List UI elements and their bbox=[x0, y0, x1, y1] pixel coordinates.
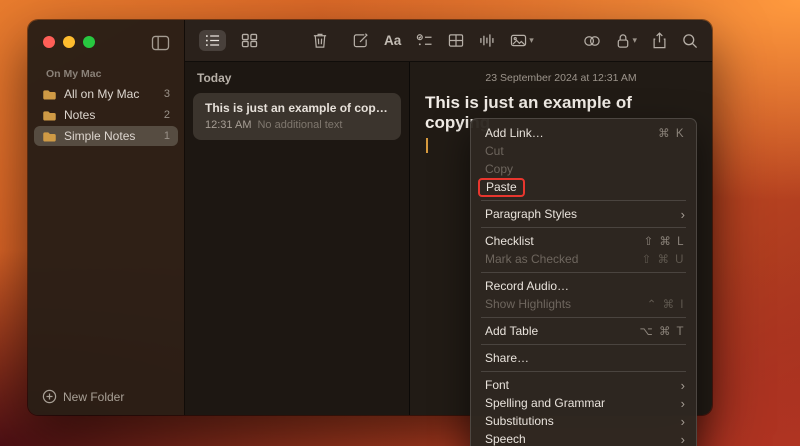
menu-item-shortcut: ⇧ ⌘ U bbox=[642, 252, 685, 266]
menu-item-paste[interactable]: Paste bbox=[471, 178, 696, 196]
menu-item-copy: Copy bbox=[471, 160, 696, 178]
submenu-chevron-icon bbox=[681, 397, 685, 410]
checklist-icon[interactable] bbox=[416, 33, 433, 48]
sidebar-item-notes[interactable]: Notes 2 bbox=[34, 105, 178, 125]
menu-item-font[interactable]: Font bbox=[471, 376, 696, 394]
folder-icon bbox=[42, 88, 57, 101]
menu-item-record-audio[interactable]: Record Audio… bbox=[471, 277, 696, 295]
context-menu: Add Link… ⌘ K Cut Copy Paste Paragraph S… bbox=[470, 118, 697, 446]
text-cursor bbox=[426, 138, 428, 153]
menu-item-checklist[interactable]: Checklist ⇧ ⌘ L bbox=[471, 232, 696, 250]
menu-item-paragraph-styles[interactable]: Paragraph Styles bbox=[471, 205, 696, 223]
note-timestamp: 23 September 2024 at 12:31 AM bbox=[410, 62, 712, 84]
note-item-preview: No additional text bbox=[257, 119, 342, 131]
new-folder-button[interactable]: New Folder bbox=[42, 389, 124, 404]
view-toggle-group bbox=[199, 30, 258, 51]
compose-icon[interactable] bbox=[352, 32, 369, 49]
menu-item-label: Substitutions bbox=[485, 414, 554, 428]
menu-separator bbox=[481, 344, 686, 345]
note-item-time: 12:31 AM bbox=[205, 119, 251, 131]
share-icon[interactable] bbox=[652, 32, 667, 49]
sidebar-item-simple-notes[interactable]: Simple Notes 1 bbox=[34, 126, 178, 146]
chevron-down-icon: ▾ bbox=[632, 35, 637, 46]
menu-item-label: Paste bbox=[486, 180, 517, 194]
menu-item-label: Paragraph Styles bbox=[485, 207, 577, 221]
menu-item-add-table[interactable]: Add Table ⌥ ⌘ T bbox=[471, 322, 696, 340]
submenu-chevron-icon bbox=[681, 208, 685, 221]
menu-item-label: Font bbox=[485, 378, 509, 392]
plus-circle-icon bbox=[42, 389, 57, 404]
zoom-button[interactable] bbox=[83, 36, 95, 48]
chevron-down-icon: ▾ bbox=[529, 35, 534, 46]
menu-item-label: Speech bbox=[485, 432, 526, 446]
submenu-chevron-icon bbox=[681, 433, 685, 446]
menu-item-show-highlights: Show Highlights ⌃ ⌘ I bbox=[471, 295, 696, 313]
close-button[interactable] bbox=[43, 36, 55, 48]
desktop-wallpaper: On My Mac All on My Mac 3 Notes 2 Simple… bbox=[0, 0, 800, 446]
folder-label: Simple Notes bbox=[64, 129, 135, 143]
menu-item-label: Show Highlights bbox=[485, 297, 571, 311]
menu-item-label: Cut bbox=[485, 144, 504, 158]
submenu-chevron-icon bbox=[681, 415, 685, 428]
annotation-red-box: Paste bbox=[478, 178, 525, 197]
menu-separator bbox=[481, 272, 686, 273]
menu-item-label: Copy bbox=[485, 162, 513, 176]
menu-item-speech[interactable]: Speech bbox=[471, 430, 696, 446]
menu-item-substitutions[interactable]: Substitutions bbox=[471, 412, 696, 430]
folder-label: Notes bbox=[64, 108, 95, 122]
menu-item-label: Add Link… bbox=[485, 126, 544, 140]
actions-group: ▾ bbox=[583, 32, 698, 49]
list-view-icon[interactable] bbox=[199, 30, 226, 51]
sidebar-section-title: On My Mac bbox=[46, 68, 184, 80]
menu-item-label: Spelling and Grammar bbox=[485, 396, 605, 410]
sidebar-toggle-icon[interactable] bbox=[151, 35, 170, 51]
note-item-title: This is just an example of copy… bbox=[205, 101, 389, 115]
folder-count: 2 bbox=[164, 109, 170, 121]
media-icon[interactable]: ▾ bbox=[510, 33, 534, 48]
menu-separator bbox=[481, 227, 686, 228]
sidebar: On My Mac All on My Mac 3 Notes 2 Simple… bbox=[28, 20, 185, 415]
menu-separator bbox=[481, 371, 686, 372]
format-group: Aa bbox=[352, 32, 534, 49]
sidebar-item-all-on-my-mac[interactable]: All on My Mac 3 bbox=[34, 84, 178, 104]
folder-count: 3 bbox=[164, 88, 170, 100]
menu-item-shortcut: ⌘ K bbox=[658, 126, 685, 140]
menu-item-label: Share… bbox=[485, 351, 529, 365]
notes-group-title: Today bbox=[185, 62, 409, 91]
lock-icon[interactable]: ▾ bbox=[616, 33, 637, 49]
menu-item-label: Record Audio… bbox=[485, 279, 569, 293]
submenu-chevron-icon bbox=[681, 379, 685, 392]
menu-item-shortcut: ⇧ ⌘ L bbox=[644, 234, 685, 248]
menu-item-label: Add Table bbox=[485, 324, 538, 338]
minimize-button[interactable] bbox=[63, 36, 75, 48]
toolbar: Aa bbox=[185, 20, 712, 62]
menu-item-spelling-and-grammar[interactable]: Spelling and Grammar bbox=[471, 394, 696, 412]
notes-list: Today This is just an example of copy… 1… bbox=[185, 62, 410, 415]
menu-item-shortcut: ⌥ ⌘ T bbox=[640, 324, 685, 338]
menu-item-label: Checklist bbox=[485, 234, 534, 248]
search-icon[interactable] bbox=[682, 33, 698, 49]
note-list-item[interactable]: This is just an example of copy… 12:31 A… bbox=[193, 93, 401, 140]
menu-item-mark-as-checked: Mark as Checked ⇧ ⌘ U bbox=[471, 250, 696, 268]
folder-label: All on My Mac bbox=[64, 87, 139, 101]
menu-item-label: Mark as Checked bbox=[485, 252, 578, 266]
menu-separator bbox=[481, 200, 686, 201]
menu-item-add-link[interactable]: Add Link… ⌘ K bbox=[471, 124, 696, 142]
record-audio-icon[interactable] bbox=[479, 33, 495, 48]
folder-icon bbox=[42, 130, 57, 143]
menu-item-shortcut: ⌃ ⌘ I bbox=[647, 297, 685, 311]
menu-separator bbox=[481, 317, 686, 318]
trash-icon[interactable] bbox=[312, 32, 328, 49]
new-folder-label: New Folder bbox=[63, 390, 124, 404]
delete-group bbox=[312, 32, 328, 49]
menu-item-share[interactable]: Share… bbox=[471, 349, 696, 367]
folder-icon bbox=[42, 109, 57, 122]
table-icon[interactable] bbox=[448, 33, 464, 48]
format-icon[interactable]: Aa bbox=[384, 33, 401, 48]
folder-count: 1 bbox=[164, 130, 170, 142]
gallery-view-icon[interactable] bbox=[241, 33, 258, 48]
insert-link-icon[interactable] bbox=[583, 34, 601, 48]
menu-item-cut: Cut bbox=[471, 142, 696, 160]
